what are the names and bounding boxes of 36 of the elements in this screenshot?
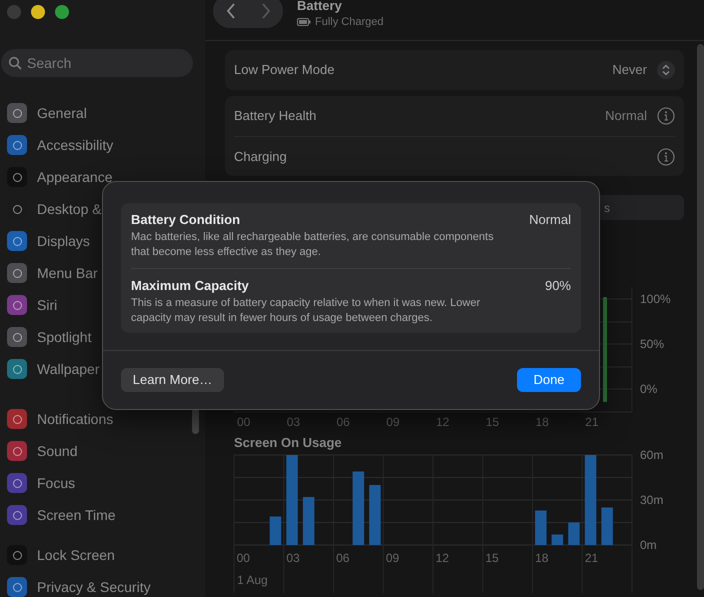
axis-label: 09 <box>386 415 400 429</box>
axis-label: 00 <box>237 415 250 429</box>
axis-label: 15 <box>485 551 499 565</box>
axis-label: 12 <box>436 551 449 565</box>
row-description: Mac batteries, like all rechargeable batteries, are consumable components that become less effective as they age. <box>131 230 495 260</box>
date-label: 1 Aug <box>237 573 268 587</box>
axis-label: 18 <box>535 415 549 429</box>
axis-label: 15 <box>486 415 500 429</box>
axis-label: 21 <box>585 415 599 429</box>
axis-label: 06 <box>336 415 350 429</box>
setting-value: Normal <box>605 107 647 126</box>
axis-label: 09 <box>386 551 400 565</box>
setting-label: Battery Health <box>234 107 316 126</box>
axis-label: 12 <box>436 415 450 429</box>
axis-label: 30m <box>640 493 664 507</box>
axis-label: 0% <box>640 382 658 396</box>
axis-label: 21 <box>584 551 598 565</box>
axis-label: 50% <box>640 337 664 351</box>
axis-label: 03 <box>286 415 300 429</box>
axis-label: 00 <box>236 551 250 565</box>
page-subtitle: Fully Charged <box>315 15 384 30</box>
setting-label: Charging <box>234 148 287 166</box>
row-title: Battery Condition <box>131 212 240 228</box>
row-title: Maximum Capacity <box>131 278 249 294</box>
setting-label: Low Power Mode <box>234 61 334 80</box>
row-description: This is a measure of battery capacity relative to when it was new. Lower capacity may result in fewer hours of usage between charges. <box>131 296 482 326</box>
row-value: 90% <box>544 278 571 294</box>
chart-title: Screen On Usage <box>234 435 343 451</box>
axis-label: 06 <box>336 551 350 565</box>
axis-label: 100% <box>640 292 671 306</box>
axis-label: 03 <box>286 551 300 565</box>
page-title: Battery <box>297 0 343 14</box>
axis-label: 60m <box>640 448 664 462</box>
row-value: Normal <box>529 212 571 228</box>
axis-label: 0m <box>640 538 657 552</box>
axis-label: 18 <box>535 551 548 565</box>
